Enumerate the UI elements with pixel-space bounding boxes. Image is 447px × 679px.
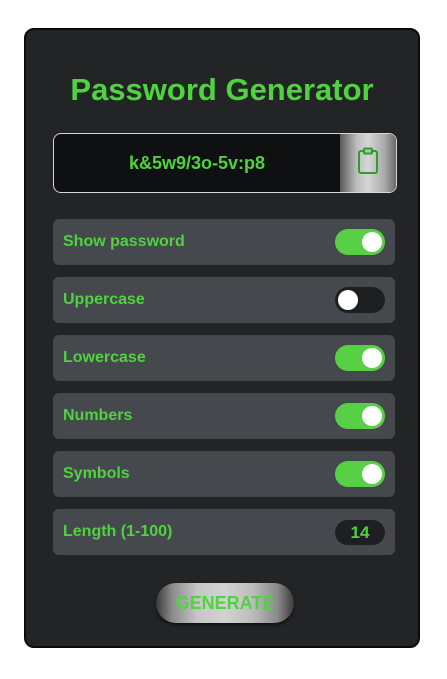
- option-label: Numbers: [63, 407, 133, 424]
- page-title: Password Generator: [70, 72, 374, 107]
- password-text[interactable]: k&5w9/3o-5v:p8: [54, 134, 340, 192]
- option-label: Symbols: [63, 465, 130, 482]
- option-length: Length (1-100) 14: [53, 509, 395, 555]
- password-output-field: k&5w9/3o-5v:p8: [53, 133, 397, 193]
- uppercase-toggle[interactable]: [335, 287, 385, 313]
- symbols-toggle[interactable]: [335, 461, 385, 487]
- option-label: Lowercase: [63, 349, 146, 366]
- length-label: Length (1-100): [63, 523, 173, 540]
- show-password-toggle[interactable]: [335, 229, 385, 255]
- numbers-toggle[interactable]: [335, 403, 385, 429]
- option-uppercase: Uppercase: [53, 277, 395, 323]
- generate-button[interactable]: GENERATE: [156, 583, 294, 623]
- toggle-knob: [362, 464, 382, 484]
- copy-button[interactable]: [340, 134, 396, 192]
- option-label: Uppercase: [63, 291, 145, 308]
- option-numbers: Numbers: [53, 393, 395, 439]
- length-input[interactable]: 14: [335, 520, 385, 545]
- option-label: Show password: [63, 233, 185, 250]
- option-lowercase: Lowercase: [53, 335, 395, 381]
- lowercase-toggle[interactable]: [335, 345, 385, 371]
- toggle-knob: [362, 232, 382, 252]
- option-show-password: Show password: [53, 219, 395, 265]
- password-generator-card: Password Generator k&5w9/3o-5v:p8 Show p…: [24, 28, 420, 648]
- toggle-knob: [362, 406, 382, 426]
- toggle-knob: [362, 348, 382, 368]
- option-symbols: Symbols: [53, 451, 395, 497]
- toggle-knob: [338, 290, 358, 310]
- clipboard-icon: [357, 147, 379, 180]
